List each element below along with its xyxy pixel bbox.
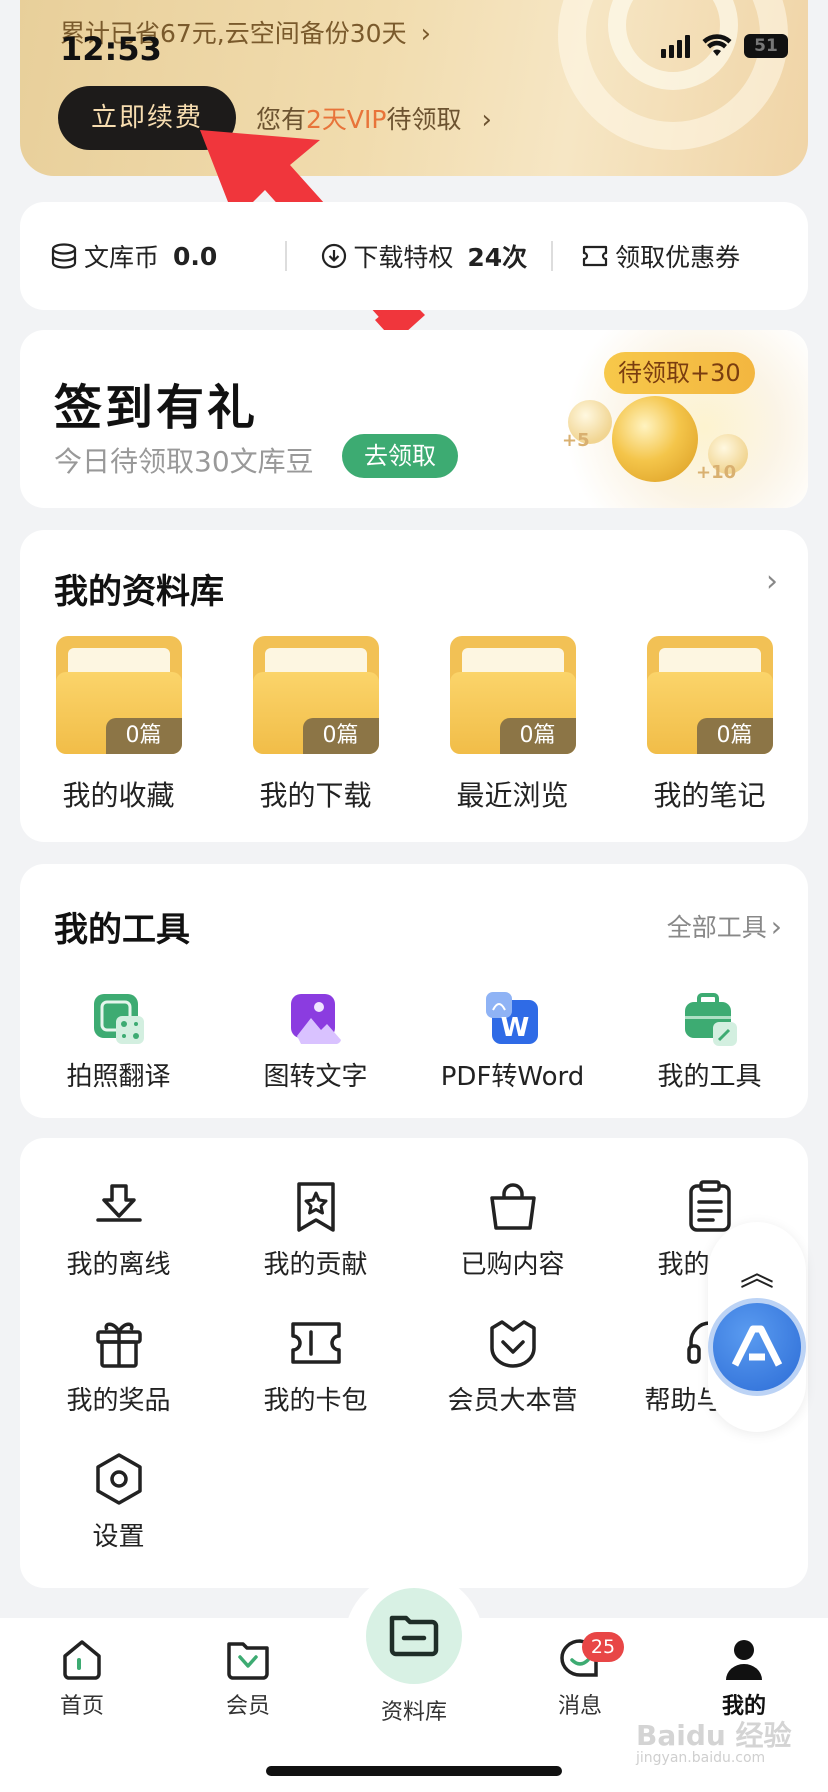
gift-icon (95, 1322, 142, 1368)
vip-camp-icon (489, 1320, 536, 1368)
nav-profile[interactable]: 我的 (684, 1636, 804, 1720)
chevron-right-icon: › (420, 19, 431, 49)
status-icons: 51 (661, 34, 788, 58)
menu-item-purchased[interactable]: 已购内容 (414, 1180, 611, 1316)
chevron-right-icon: › (481, 105, 492, 135)
tool-photo-translate[interactable]: 拍照翻译 (20, 992, 217, 1093)
watermark-url: jingyan.baidu.com (636, 1750, 766, 1766)
menu-item-contribution[interactable]: 我的贡献 (217, 1180, 414, 1316)
pdf-to-word-icon: W (485, 992, 538, 1044)
all-tools-link[interactable]: 全部工具 › (667, 908, 782, 944)
coins-stat[interactable]: 文库币 0.0 (50, 238, 217, 274)
folder-notes[interactable]: 0篇 我的笔记 (611, 636, 808, 814)
tools-card: 我的工具 全部工具 › 拍照翻译 图转文字 W PDF转Word 我的工具 (20, 864, 808, 1118)
coupon-link[interactable]: 领取优惠券 (581, 238, 740, 274)
ai-assistant-button[interactable] (708, 1298, 806, 1396)
coins-icon (51, 243, 77, 269)
menu-item-settings[interactable]: 设置 (20, 1452, 217, 1588)
bonus-label: +10 (696, 462, 737, 483)
nav-vip[interactable]: 会员 (188, 1636, 308, 1720)
folder-count: 0篇 (499, 718, 576, 754)
chevron-right-icon[interactable]: › (766, 564, 778, 599)
home-indicator (266, 1766, 562, 1776)
library-title: 我的资料库 (54, 572, 224, 612)
folder-label: 最近浏览 (456, 779, 569, 812)
claim-button[interactable]: 去领取 (342, 434, 458, 478)
menu-item-card-wallet[interactable]: 我的卡包 (217, 1316, 414, 1452)
library-folder-icon (389, 1615, 439, 1657)
photo-translate-icon (93, 994, 144, 1044)
divider (551, 241, 554, 271)
menu-card: 我的离线 我的贡献 已购内容 我的奖品 我的卡包 会员大本营 帮助与反馈 设置 (20, 1138, 808, 1588)
home-icon (63, 1640, 101, 1680)
profile-person-icon (726, 1640, 762, 1680)
watermark: Baidu 经验 (636, 1719, 792, 1752)
folder-count: 0篇 (696, 718, 773, 754)
contribution-star-icon (296, 1182, 335, 1232)
download-privilege-stat[interactable]: 下载特权 24次 (321, 238, 527, 274)
bean-reward-illustration: +5 +10 待领取+30 (548, 330, 808, 508)
folder-label: 我的笔记 (653, 779, 766, 812)
tool-my-tools[interactable]: 我的工具 (611, 992, 808, 1093)
cellular-signal-icon (661, 34, 690, 58)
download-icon (322, 243, 347, 269)
signin-title: 签到有礼 (54, 380, 259, 436)
wifi-icon (702, 34, 732, 56)
coupon-icon (583, 245, 608, 267)
toolbox-icon (684, 993, 737, 1046)
folder-icon: 0篇 (252, 636, 379, 754)
tool-image-to-text[interactable]: 图转文字 (217, 992, 414, 1093)
image-to-text-icon (290, 994, 341, 1044)
vip-folder-icon (227, 1642, 269, 1680)
nav-library[interactable] (366, 1588, 462, 1684)
folder-favorites[interactable]: 0篇 我的收藏 (20, 636, 217, 814)
chevron-right-icon: › (770, 910, 782, 943)
folder-count: 0篇 (105, 718, 182, 754)
signin-subtitle: 今日待领取30文库豆 (54, 445, 314, 478)
menu-item-prizes[interactable]: 我的奖品 (20, 1316, 217, 1452)
menu-item-offline[interactable]: 我的离线 (20, 1180, 217, 1316)
gold-bean-icon (612, 396, 698, 482)
assistant-logo-icon (731, 1325, 783, 1367)
settings-hexagon-icon (95, 1453, 142, 1505)
ticket-icon (290, 1322, 341, 1364)
offline-download-icon (95, 1184, 142, 1222)
nav-library-label: 资料库 (380, 1700, 447, 1725)
tool-pdf-to-word[interactable]: W PDF转Word (414, 992, 611, 1093)
folder-recent[interactable]: 0篇 最近浏览 (414, 636, 611, 814)
status-time: 12:53 (60, 30, 162, 68)
folder-list: 0篇 我的收藏 0篇 我的下载 0篇 最近浏览 0篇 我的笔记 (20, 636, 808, 814)
pending-reward-badge: 待领取+30 (604, 352, 755, 394)
clipboard-icon (688, 1180, 731, 1232)
signin-card[interactable]: 签到有礼 今日待领取30文库豆 去领取 +5 +10 待领取+30 (20, 330, 808, 508)
bonus-label: +5 (562, 430, 590, 451)
folder-downloads[interactable]: 0篇 我的下载 (217, 636, 414, 814)
library-card: 我的资料库 › 0篇 我的收藏 0篇 我的下载 0篇 最近浏览 0篇 我的笔记 (20, 530, 808, 842)
folder-icon: 0篇 (449, 636, 576, 754)
scroll-to-top-icon[interactable]: ︽ (708, 1246, 806, 1295)
message-count-badge: 25 (582, 1632, 624, 1662)
folder-icon: 0篇 (55, 636, 182, 754)
divider (285, 241, 288, 271)
menu-grid: 我的离线 我的贡献 已购内容 我的奖品 我的卡包 会员大本营 帮助与反馈 设置 (20, 1180, 808, 1588)
battery-icon: 51 (744, 34, 788, 58)
profile-page: 累计已省67元,云空间备份30天 › 立即续费 您有2天VIP待领取 › 12:5… (0, 0, 828, 1792)
folder-count: 0篇 (302, 718, 379, 754)
folder-label: 我的下载 (259, 779, 372, 812)
tool-list: 拍照翻译 图转文字 W PDF转Word 我的工具 (20, 992, 808, 1093)
folder-label: 我的收藏 (62, 779, 175, 812)
svg-text:W: W (500, 1013, 529, 1043)
folder-icon: 0篇 (646, 636, 773, 754)
tools-title: 我的工具 (54, 910, 190, 950)
stats-card: 文库币 0.0 下载特权 24次 领取优惠券 (20, 202, 808, 310)
menu-item-vip-camp[interactable]: 会员大本营 (414, 1316, 611, 1452)
nav-home[interactable]: 首页 (22, 1636, 142, 1720)
shopping-bag-icon (489, 1183, 536, 1230)
